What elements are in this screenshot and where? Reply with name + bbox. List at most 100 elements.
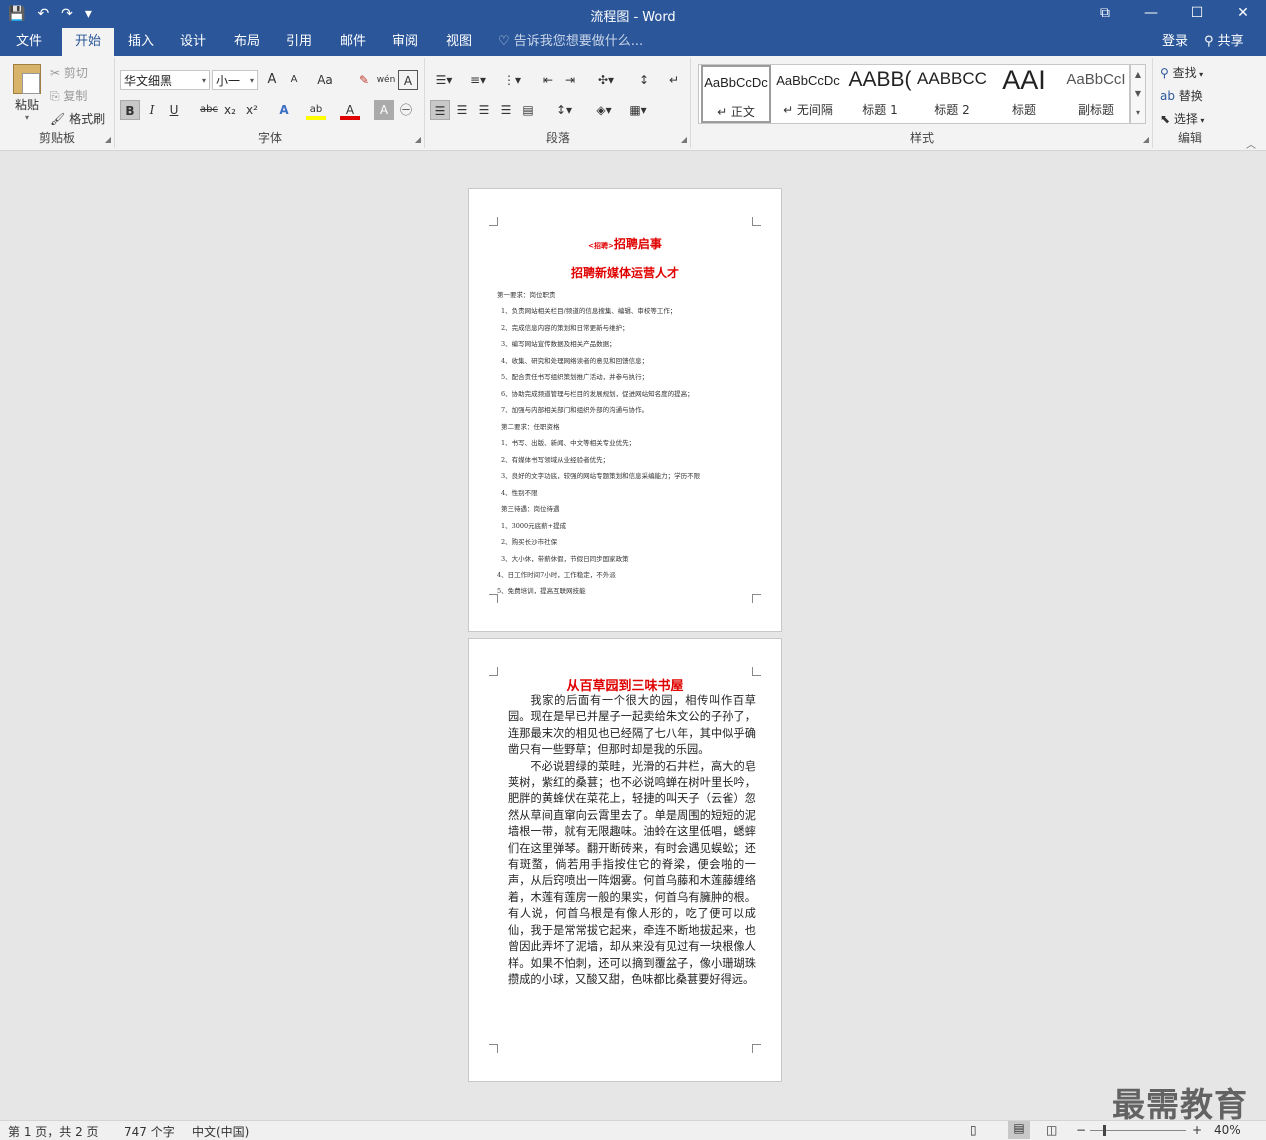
tab-layout[interactable]: 布局 bbox=[224, 28, 270, 56]
highlight-button[interactable]: ab bbox=[306, 100, 326, 120]
font-color-button[interactable]: A bbox=[340, 100, 360, 120]
justify-icon: ☰ bbox=[500, 103, 512, 117]
borders-button[interactable]: ▦▾ bbox=[624, 100, 652, 120]
enclose-char-button[interactable]: ㊀ bbox=[396, 100, 416, 120]
multilevel-list-button[interactable]: ⋮▾ bbox=[498, 70, 526, 90]
asian-layout-icon: ✣▾ bbox=[597, 73, 615, 87]
zoom-in-button[interactable]: + bbox=[1192, 1123, 1202, 1137]
bold-button[interactable]: B bbox=[120, 100, 140, 120]
clear-format-button[interactable]: ✎ bbox=[354, 70, 374, 90]
cut-button[interactable]: ✂ 剪切 bbox=[50, 64, 88, 81]
style-title[interactable]: AAI 标题 bbox=[989, 65, 1059, 123]
tab-view[interactable]: 视图 bbox=[436, 28, 482, 56]
align-right-button[interactable]: ☰ bbox=[474, 100, 494, 120]
collapse-ribbon-icon[interactable]: ︿ bbox=[1246, 136, 1256, 151]
more-styles-icon[interactable]: ▾ bbox=[1131, 103, 1145, 122]
char-shading-button[interactable]: A bbox=[374, 100, 394, 120]
text-effects-button[interactable]: A bbox=[274, 100, 294, 120]
shrink-font-button[interactable]: A bbox=[284, 70, 304, 90]
distributed-button[interactable]: ▤ bbox=[518, 100, 538, 120]
close-icon[interactable]: ✕ bbox=[1220, 0, 1266, 28]
minimize-icon[interactable]: — bbox=[1128, 0, 1174, 28]
borders-icon: ▦▾ bbox=[629, 103, 647, 117]
change-case-button[interactable]: Aa bbox=[312, 70, 338, 90]
tab-home[interactable]: 开始 bbox=[62, 28, 114, 56]
font-name-select[interactable]: 华文细黑 ▾ bbox=[120, 70, 210, 90]
style-subtitle[interactable]: AaBbCcI 副标题 bbox=[1061, 65, 1131, 123]
underline-button[interactable]: U bbox=[164, 100, 184, 120]
scroll-down-icon[interactable]: ▼ bbox=[1131, 84, 1145, 103]
style-name: 副标题 bbox=[1077, 103, 1114, 117]
editing-group: ⚲ 查找 ▾ ab 替换 ⬉ 选择 ▾ 编辑 bbox=[1154, 58, 1226, 148]
tab-mailings[interactable]: 邮件 bbox=[330, 28, 376, 56]
sort-button[interactable]: ↕ bbox=[634, 70, 654, 90]
zoom-level[interactable]: 40% bbox=[1214, 1123, 1241, 1137]
document-page-1[interactable]: <招聘>招聘启事 招聘新媒体运营人才 第一要求：岗位职责 1、负责网站相关栏目/… bbox=[468, 188, 782, 632]
strikethrough-button[interactable]: abc bbox=[198, 100, 220, 120]
page1-line: 3、良好的文字功底，较强的网站专题策划和信息采编能力；学历不限 bbox=[501, 472, 701, 480]
numbering-button[interactable]: ≡▾ bbox=[464, 70, 492, 90]
tab-insert[interactable]: 插入 bbox=[118, 28, 164, 56]
replace-button[interactable]: ab 替换 bbox=[1160, 87, 1203, 104]
grow-font-button[interactable]: A bbox=[262, 70, 282, 90]
font-size-select[interactable]: 小一 ▾ bbox=[212, 70, 258, 90]
print-layout-icon[interactable]: ▤ bbox=[1008, 1121, 1030, 1139]
subscript-button[interactable]: x₂ bbox=[220, 100, 240, 120]
italic-button[interactable]: I bbox=[142, 100, 162, 120]
margin-corner bbox=[752, 1044, 761, 1053]
scroll-up-icon[interactable]: ▲ bbox=[1131, 65, 1145, 84]
login-button[interactable]: 登录 bbox=[1162, 28, 1188, 56]
superscript-button[interactable]: x² bbox=[242, 100, 262, 120]
tab-design[interactable]: 设计 bbox=[170, 28, 216, 56]
clipboard-launcher-icon[interactable]: ◢ bbox=[105, 135, 111, 144]
page1-line: 1、负责网站相关栏目/频道的信息搜集、编辑、审校等工作； bbox=[501, 307, 677, 315]
styles-scroll[interactable]: ▲ ▼ ▾ bbox=[1130, 64, 1146, 124]
page1-line: 5、免费培训，提高互联网技能 bbox=[497, 587, 586, 595]
page1-line: 6、协助完成频道管理与栏目的发展规划，促进网站知名度的提高； bbox=[501, 390, 694, 398]
decrease-indent-button[interactable]: ⇤ bbox=[538, 70, 558, 90]
font-launcher-icon[interactable]: ◢ bbox=[415, 135, 421, 144]
document-page-2[interactable]: 从百草园到三味书屋 我家的后面有一个很大的园，相传叫作百草园。现在是早已并屋子一… bbox=[468, 638, 782, 1082]
shading-button[interactable]: ◈▾ bbox=[590, 100, 618, 120]
web-layout-icon[interactable]: ◫ bbox=[1046, 1123, 1057, 1137]
bullets-button[interactable]: ☰▾ bbox=[430, 70, 458, 90]
maximize-icon[interactable]: ☐ bbox=[1174, 0, 1220, 28]
justify-button[interactable]: ☰ bbox=[496, 100, 516, 120]
page1-line: 7、加强与内部相关部门和组织外部的沟通与协作。 bbox=[501, 406, 649, 414]
style-no-spacing[interactable]: AaBbCcDc ↵ 无间隔 bbox=[773, 65, 843, 123]
copy-button[interactable]: ⎘ 复制 bbox=[50, 87, 87, 104]
font-name-value: 华文细黑 bbox=[124, 74, 173, 88]
style-heading-2[interactable]: AABBCC 标题 2 bbox=[917, 65, 987, 123]
tell-me-search[interactable]: ♡ 告诉我您想要做什么... bbox=[498, 28, 643, 56]
find-button[interactable]: ⚲ 查找 ▾ bbox=[1160, 64, 1203, 81]
paragraph-launcher-icon[interactable]: ◢ bbox=[681, 135, 687, 144]
word-count[interactable]: 747 个字 bbox=[124, 1123, 175, 1140]
char-border-button[interactable]: A bbox=[398, 70, 418, 90]
paste-dropdown-icon[interactable]: ▾ bbox=[10, 113, 44, 122]
tab-references[interactable]: 引用 bbox=[276, 28, 322, 56]
align-center-button[interactable]: ☰ bbox=[452, 100, 472, 120]
style-heading-1[interactable]: AABB(标题 1 bbox=[845, 65, 915, 123]
ribbon-display-icon[interactable]: ⧉ bbox=[1082, 0, 1128, 28]
line-spacing-button[interactable]: ↕▾ bbox=[550, 100, 578, 120]
language-indicator[interactable]: 中文(中国) bbox=[192, 1123, 249, 1140]
page-count[interactable]: 第 1 页，共 2 页 bbox=[8, 1123, 99, 1140]
share-button[interactable]: ⚲ 共享 bbox=[1204, 28, 1244, 56]
align-left-button[interactable]: ☰ bbox=[430, 100, 450, 120]
tab-file[interactable]: 文件 bbox=[6, 28, 52, 56]
increase-indent-button[interactable]: ⇥ bbox=[560, 70, 580, 90]
tab-review[interactable]: 审阅 bbox=[382, 28, 428, 56]
paint-bucket-icon: ◈▾ bbox=[596, 103, 612, 117]
phonetic-guide-button[interactable]: wén bbox=[376, 70, 396, 90]
format-painter-button[interactable]: 🖌 格式刷 bbox=[50, 110, 105, 127]
copy-icon: ⎘ bbox=[50, 89, 64, 103]
read-mode-icon[interactable]: ▯ bbox=[970, 1123, 977, 1137]
styles-launcher-icon[interactable]: ◢ bbox=[1143, 135, 1149, 144]
zoom-out-button[interactable]: − bbox=[1076, 1123, 1086, 1137]
zoom-slider-thumb[interactable] bbox=[1103, 1125, 1106, 1136]
select-button[interactable]: ⬉ 选择 ▾ bbox=[1160, 110, 1204, 127]
asian-layout-button[interactable]: ✣▾ bbox=[592, 70, 620, 90]
paste-button[interactable]: 粘贴 ▾ bbox=[10, 64, 44, 122]
style-normal[interactable]: AaBbCcDc ↵ 正文 bbox=[701, 65, 771, 123]
show-marks-button[interactable]: ↵ bbox=[664, 70, 684, 90]
